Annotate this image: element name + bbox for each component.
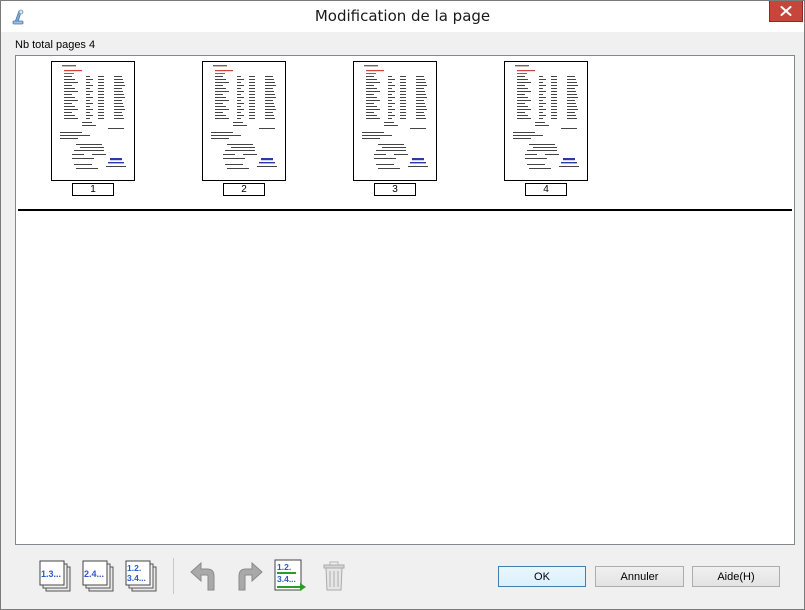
delete-page-button[interactable]	[317, 559, 351, 593]
title-bar[interactable]: Modification de la page	[1, 1, 804, 32]
rotate-right-icon	[238, 561, 263, 591]
ok-button-label: OK	[534, 570, 550, 583]
page-thumbnail[interactable]	[202, 61, 286, 181]
page-preview-image	[513, 65, 579, 169]
rotate-right-button[interactable]	[231, 559, 265, 593]
select-all-text-1: 1.2.	[127, 563, 141, 573]
help-button[interactable]: Aide(H)	[692, 566, 780, 587]
rotate-left-button[interactable]	[188, 559, 222, 593]
reorder-pages-button[interactable]: 1.2. 3.4...	[274, 559, 308, 593]
select-odd-pages-button[interactable]: 1.3...	[38, 559, 72, 593]
ok-button[interactable]: OK	[498, 566, 586, 587]
select-all-pages-icon: 1.2. 3.4...	[125, 560, 157, 592]
close-button[interactable]	[769, 1, 803, 22]
page-number-label: 3	[374, 183, 416, 196]
select-even-pages-button[interactable]: 2.4...	[81, 559, 115, 593]
window-title: Modification de la page	[314, 7, 491, 25]
reorder-text-1: 1.2.	[277, 562, 291, 572]
select-odd-pages-icon: 1.3...	[39, 560, 71, 592]
select-all-pages-button[interactable]: 1.2. 3.4...	[124, 559, 158, 593]
help-button-label: Aide(H)	[717, 570, 755, 583]
trash-icon	[323, 561, 345, 591]
page-number-label: 4	[525, 183, 567, 196]
rotate-left-icon	[190, 561, 215, 591]
page-thumbnail[interactable]	[353, 61, 437, 181]
page-thumbnail[interactable]	[51, 61, 135, 181]
select-all-text-2: 3.4...	[127, 573, 146, 583]
cancel-button-label: Annuler	[620, 570, 659, 583]
page-preview-image	[60, 65, 126, 169]
pages-panel[interactable]: 1 2 3 4	[15, 55, 795, 545]
select-even-text: 2.4...	[84, 569, 104, 579]
reorder-text-2: 3.4...	[277, 574, 296, 584]
page-number-label: 1	[72, 183, 114, 196]
page-preview-image	[211, 65, 277, 169]
page-preview-image	[362, 65, 428, 169]
select-even-pages-icon: 2.4...	[82, 560, 114, 592]
close-icon	[780, 6, 792, 16]
total-pages-label: Nb total pages 4	[15, 39, 96, 51]
page-number-label: 2	[223, 183, 265, 196]
reorder-pages-icon: 1.2. 3.4...	[274, 559, 306, 591]
page-edit-dialog: Modification de la page Nb total pages 4…	[0, 0, 805, 610]
cancel-button[interactable]: Annuler	[595, 566, 684, 587]
page-thumbnail[interactable]	[504, 61, 588, 181]
select-odd-text: 1.3...	[41, 569, 61, 579]
page-row-separator	[18, 209, 792, 211]
toolbar-separator	[173, 558, 174, 594]
